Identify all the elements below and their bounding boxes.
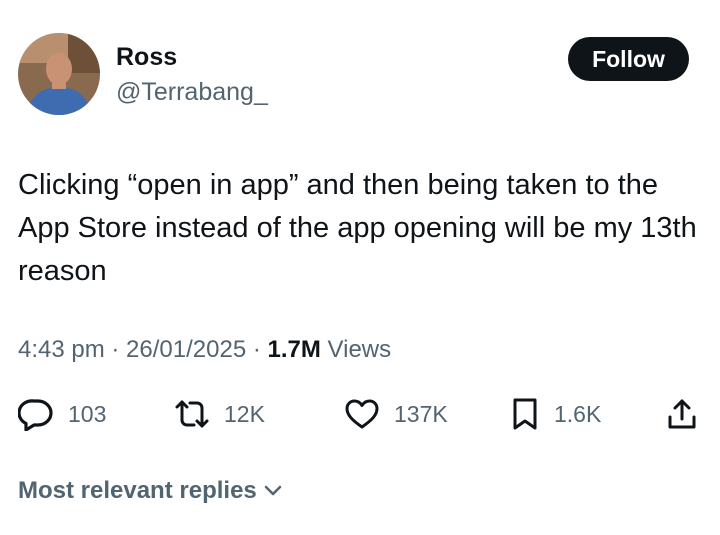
tweet-date[interactable]: 26/01/2025 [126, 336, 246, 363]
avatar-photo [18, 33, 100, 115]
like-count: 137K [394, 400, 448, 427]
bookmark-icon [513, 398, 537, 430]
replies-sort-dropdown[interactable]: Most relevant replies [18, 477, 283, 505]
bookmark-count: 1.6K [554, 400, 602, 427]
like-button[interactable]: 137K [344, 392, 448, 436]
author-handle[interactable]: @Terrabang_ [116, 78, 268, 107]
reply-count: 103 [68, 400, 107, 427]
tweet-time[interactable]: 4:43 pm [18, 336, 105, 363]
tweet-text: Clicking “open in app” and then being ta… [18, 169, 697, 287]
action-bar: 103 12K 137K 1.6K [18, 392, 702, 436]
follow-button[interactable]: Follow [568, 37, 689, 81]
heart-icon [345, 399, 379, 429]
share-icon [668, 399, 696, 429]
reply-icon [18, 399, 53, 431]
avatar[interactable] [18, 33, 100, 115]
views-count: 1.7M [267, 336, 321, 363]
repost-icon [175, 400, 209, 428]
bookmark-button[interactable]: 1.6K [510, 392, 601, 436]
repost-count: 12K [224, 400, 265, 427]
views-label: Views [327, 336, 392, 363]
reply-button[interactable]: 103 [18, 392, 106, 436]
repost-button[interactable]: 12K [174, 392, 265, 436]
author-name[interactable]: Ross [116, 43, 177, 72]
share-button[interactable] [666, 392, 698, 436]
replies-sort-label: Most relevant replies [18, 477, 257, 504]
chevron-down-icon [264, 485, 282, 496]
tweet-meta: 4:43 pm · 26/01/2025 · 1.7M Views [18, 336, 392, 363]
